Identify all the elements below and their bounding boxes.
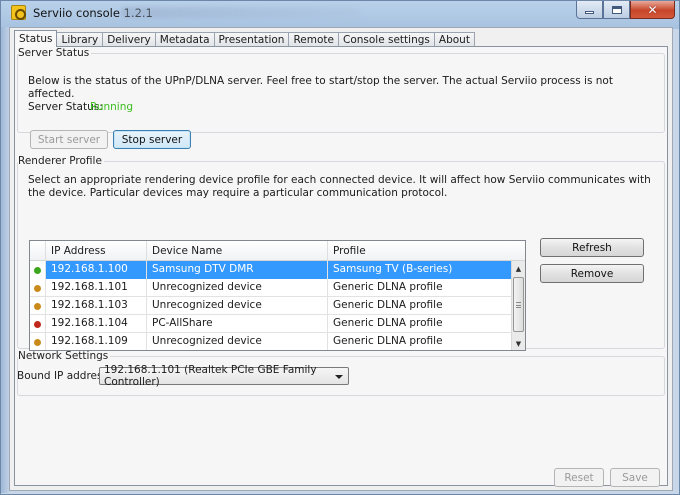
serviio-app-icon [11,5,26,20]
status-dot-icon [34,320,41,328]
minimize-icon [585,11,594,14]
chevron-down-icon [335,375,343,379]
maximize-button[interactable] [603,1,630,19]
device-name-cell: Samsung DTV DMR [147,261,328,279]
tab-status[interactable]: Status [14,30,58,47]
tab-remote[interactable]: Remote [288,32,339,47]
close-button[interactable]: ✕ [630,1,675,19]
network-settings-legend: Network Settings [18,350,109,362]
table-row[interactable]: 192.168.1.104 PC-AllShare Generic DLNA pro… [30,315,525,333]
minimize-button[interactable] [576,1,603,19]
table-row[interactable]: 192.168.1.103 Unrecognized device Generic … [30,297,525,315]
table-row[interactable]: 192.168.1.101 Unrecognized device Generic … [30,279,525,297]
server-status-value: Running [90,101,134,113]
ip-address-cell: 192.168.1.104 [46,315,147,333]
maximize-icon [611,5,622,14]
app-window: Serviio console 1.2.1 ✕ Status Library D… [0,0,680,495]
client-area: Status Library Delivery Metadata Present… [9,27,673,491]
table-header: IP Address Device Name Profile [30,241,525,261]
ip-address-cell: 192.168.1.103 [46,297,147,315]
tab-delivery[interactable]: Delivery [102,32,156,47]
status-panel: Server Status Below is the status of the… [14,46,668,487]
device-name-cell: Unrecognized device [147,333,328,350]
tab-library[interactable]: Library [56,32,104,47]
table-row[interactable]: 192.168.1.109 Unrecognized device Generic … [30,333,525,350]
device-name-column-header[interactable]: Device Name [147,241,328,261]
status-dot-icon [34,302,41,310]
status-dot-icon [34,284,41,292]
table-body: 192.168.1.100 Samsung DTV DMR Samsung TV (… [30,261,525,350]
scroll-grip-icon [516,302,521,308]
bound-ip-label: Bound IP address: [17,370,112,382]
status-dot-icon [34,266,41,274]
title-bar[interactable]: Serviio console 1.2.1 ✕ [1,1,680,25]
profile-cell: Generic DLNA profile [328,315,513,333]
profile-cell: Generic DLNA profile [328,297,513,315]
remove-button[interactable]: Remove [540,264,644,283]
server-status-legend: Server Status [18,47,90,59]
window-frame-left [1,27,9,493]
start-server-button[interactable]: Start server [30,130,108,149]
ip-address-column-header[interactable]: IP Address [46,241,147,261]
table-scrollbar[interactable]: ▲ ▼ [511,261,525,350]
status-indicator-cell [30,333,46,350]
stop-server-button[interactable]: Stop server [113,130,191,149]
table-row[interactable]: 192.168.1.100 Samsung DTV DMR Samsung TV (… [30,261,525,279]
profile-cell: Generic DLNA profile [328,279,513,297]
tab-presentation[interactable]: Presentation [213,32,290,47]
status-indicator-cell [30,297,46,315]
ip-address-cell: 192.168.1.109 [46,333,147,350]
renderer-profile-legend: Renderer Profile [18,155,102,167]
status-indicator-cell [30,261,46,279]
ip-address-cell: 192.168.1.101 [46,279,147,297]
close-icon: ✕ [647,2,658,17]
status-indicator-cell [30,279,46,297]
renderer-profile-description: Select an appropriate rendering device p… [28,174,651,199]
refresh-button[interactable]: Refresh [540,238,644,257]
device-name-cell: Unrecognized device [147,297,328,315]
blurred-title-region [121,7,361,18]
reset-button[interactable]: Reset [554,468,604,487]
status-indicator-cell [30,315,46,333]
server-status-description: Below is the status of the UPnP/DLNA ser… [28,75,613,100]
status-dot-icon [34,338,41,346]
profile-column-header[interactable]: Profile [328,241,513,261]
ip-address-cell: 192.168.1.100 [46,261,147,279]
bound-ip-select[interactable]: 192.168.1.101 (Realtek PCIe GBE Family C… [99,364,349,388]
profile-cell: Generic DLNA profile [328,333,513,350]
save-button[interactable]: Save [610,468,660,487]
tab-console-settings[interactable]: Console settings [337,32,435,47]
scroll-thumb[interactable] [513,277,524,332]
device-name-cell: Unrecognized device [147,279,328,297]
profile-cell: Samsung TV (B-series) [328,261,513,279]
tab-about[interactable]: About [433,32,475,47]
device-name-cell: PC-AllShare [147,315,328,333]
bound-ip-value: 192.168.1.101 (Realtek PCIe GBE Family C… [104,364,317,388]
tab-metadata[interactable]: Metadata [154,32,215,47]
renderer-table[interactable]: IP Address Device Name Profile 192.168.1… [29,240,526,351]
caption-buttons: ✕ [576,1,675,19]
scroll-up-icon[interactable]: ▲ [512,263,525,276]
tab-strip: Status Library Delivery Metadata Present… [14,30,475,47]
status-column-header [30,241,46,261]
